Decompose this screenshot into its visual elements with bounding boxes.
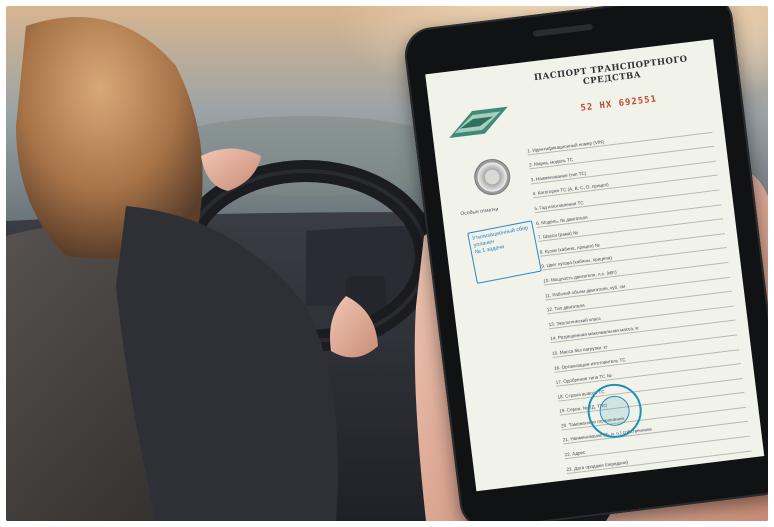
- document-title: ПАСПОРТ ТРАНСПОРТНОГО СРЕДСТВА: [533, 54, 689, 88]
- emblem-seal-icon: [472, 156, 513, 198]
- document-fields: 1. Идентификационный номер (VIN) 2. Марк…: [526, 117, 754, 489]
- recycling-fee-stamp: Утилизационный сбор уплачен № 1 задачи: [467, 220, 542, 284]
- special-marks-label: Особые отметки: [460, 206, 499, 218]
- phone-screen: ПАСПОРТ ТРАНСПОРТНОГО СРЕДСТВА 52 НХ 692…: [425, 39, 765, 492]
- smartphone: ПАСПОРТ ТРАНСПОРТНОГО СРЕДСТВА 52 НХ 692…: [401, 6, 768, 521]
- document-number: 52 НХ 692551: [579, 94, 658, 114]
- green-emblem-icon: [449, 106, 508, 138]
- photo: ПАСПОРТ ТРАНСПОРТНОГО СРЕДСТВА 52 НХ 692…: [6, 6, 768, 521]
